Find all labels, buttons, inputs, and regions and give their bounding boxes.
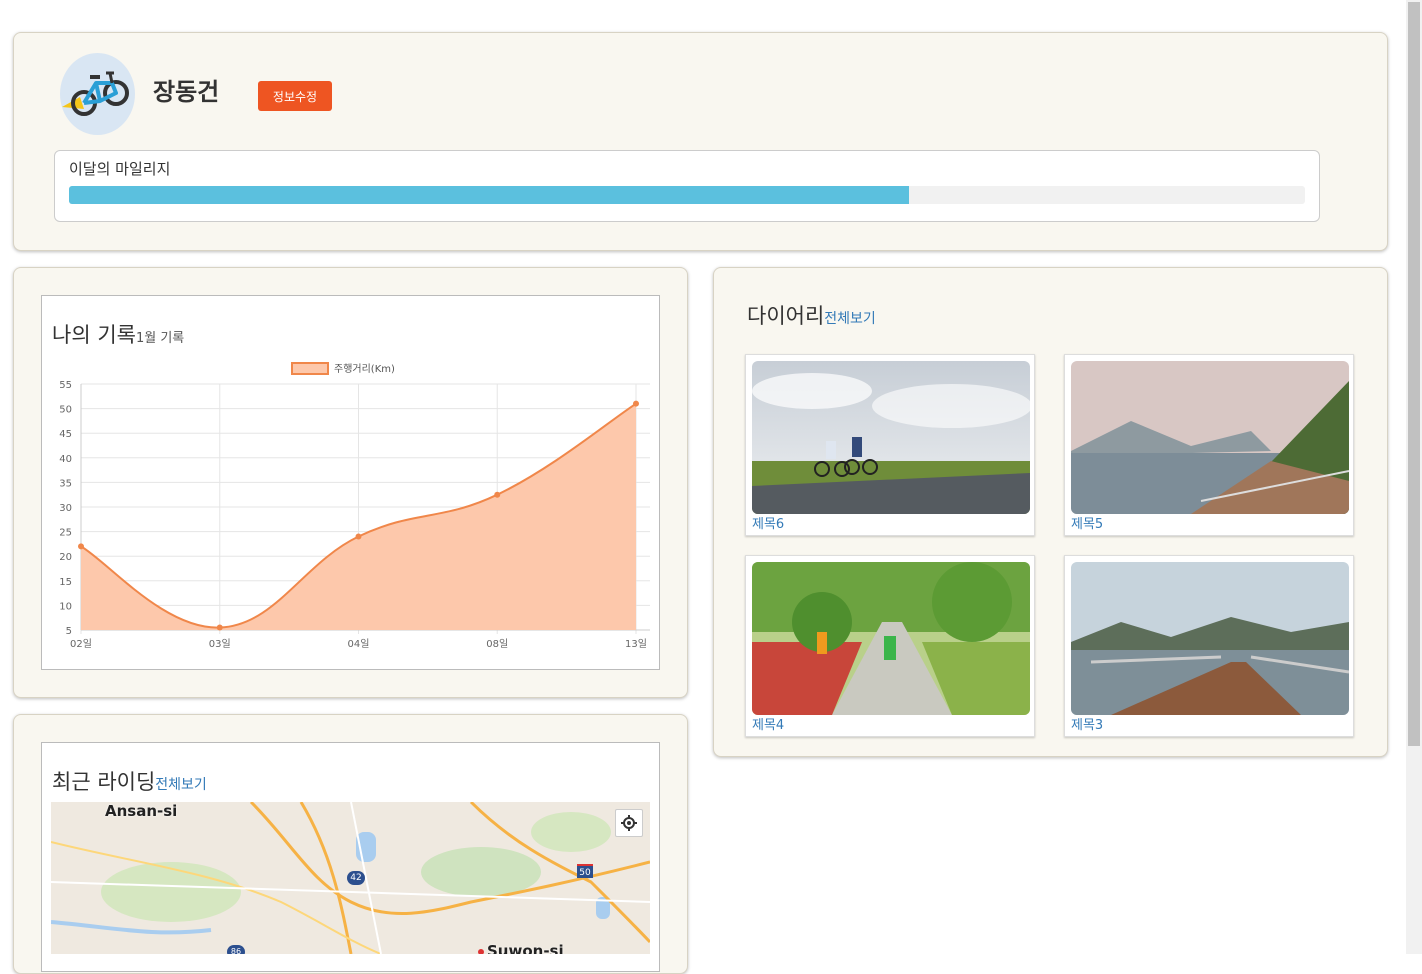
crosshair-icon xyxy=(621,815,637,831)
edit-profile-button[interactable]: 정보수정 xyxy=(258,81,332,111)
user-name: 장동건 xyxy=(153,78,220,106)
x-tick-label: 13일 xyxy=(625,638,647,650)
data-point xyxy=(355,533,362,540)
ride-view-all-link[interactable]: 전체보기 xyxy=(155,777,207,793)
y-tick-label: 25 xyxy=(59,528,72,539)
y-tick-label: 50 xyxy=(59,405,72,416)
diary-thumbnail[interactable] xyxy=(1071,562,1349,715)
x-tick-label: 02일 xyxy=(70,638,92,650)
ride-map[interactable]: Ansan-si Suwon-si 42 50 86 xyxy=(51,802,650,954)
mileage-label: 이달의 마일리지 xyxy=(69,160,171,178)
diary-item[interactable]: 제목5 xyxy=(1064,354,1354,536)
diary-item[interactable]: 제목4 xyxy=(745,555,1035,737)
map-city-label: Ansan-si xyxy=(105,802,178,820)
y-tick-label: 35 xyxy=(59,478,72,489)
y-tick-label: 20 xyxy=(59,552,72,563)
y-tick-label: 15 xyxy=(59,577,72,588)
cyclists-photo xyxy=(752,361,1030,514)
diary-thumbnail[interactable] xyxy=(752,562,1030,715)
legend-swatch xyxy=(291,362,329,375)
route-badge: 86 xyxy=(227,945,245,954)
flower-path-photo xyxy=(752,562,1030,715)
y-tick-label: 5 xyxy=(66,626,72,637)
diary-thumbnail[interactable] xyxy=(1071,361,1349,514)
data-point xyxy=(216,624,223,631)
diary-item-title[interactable]: 제목5 xyxy=(1071,513,1103,532)
y-tick-label: 55 xyxy=(59,380,72,391)
data-point xyxy=(633,400,639,407)
mileage-progress-fill xyxy=(69,186,910,204)
bridge-photo xyxy=(1071,562,1349,715)
mileage-chart: 5 10 15 20 25 30 35 40 45 50 55 02일 03일 04일 08일 13일 주행거리… xyxy=(59,362,650,650)
diary-item-title[interactable]: 제목3 xyxy=(1071,714,1103,733)
x-tick-label: 03일 xyxy=(209,638,231,650)
map-city-label: Suwon-si xyxy=(487,942,564,954)
route-badge: 50 xyxy=(577,864,593,878)
ride-title: 최근 라이딩전체보기 xyxy=(52,766,207,796)
data-point xyxy=(78,543,84,550)
lake-boardwalk-photo xyxy=(1071,361,1349,514)
diary-title-text: 다이어리 xyxy=(747,304,825,328)
y-tick-label: 40 xyxy=(59,454,72,465)
avatar xyxy=(60,53,135,135)
diary-item[interactable]: 제목6 xyxy=(745,354,1035,536)
scrollbar-thumb[interactable] xyxy=(1408,2,1420,746)
diary-item[interactable]: 제목3 xyxy=(1064,555,1354,737)
y-tick-label: 45 xyxy=(59,429,72,440)
ride-title-text: 최근 라이딩 xyxy=(52,770,156,794)
diary-thumbnail[interactable] xyxy=(752,361,1030,514)
legend-label: 주행거리(Km) xyxy=(334,363,395,375)
diary-item-title[interactable]: 제목6 xyxy=(752,513,784,532)
x-tick-label: 04일 xyxy=(348,638,370,650)
x-tick-label: 08일 xyxy=(486,638,508,650)
locate-button[interactable] xyxy=(615,809,643,837)
y-tick-label: 10 xyxy=(59,601,72,612)
mileage-progress-bar xyxy=(69,186,1305,204)
page-scrollbar[interactable] xyxy=(1406,0,1422,954)
diary-title: 다이어리전체보기 xyxy=(747,300,876,330)
y-tick-label: 30 xyxy=(59,503,72,514)
diary-view-all-link[interactable]: 전체보기 xyxy=(824,311,876,327)
mileage-box: 이달의 마일리지 xyxy=(54,150,1320,222)
bicycle-icon xyxy=(62,71,129,116)
diary-item-title[interactable]: 제목4 xyxy=(752,714,784,733)
route-badge: 42 xyxy=(347,871,365,885)
data-point xyxy=(494,491,501,498)
